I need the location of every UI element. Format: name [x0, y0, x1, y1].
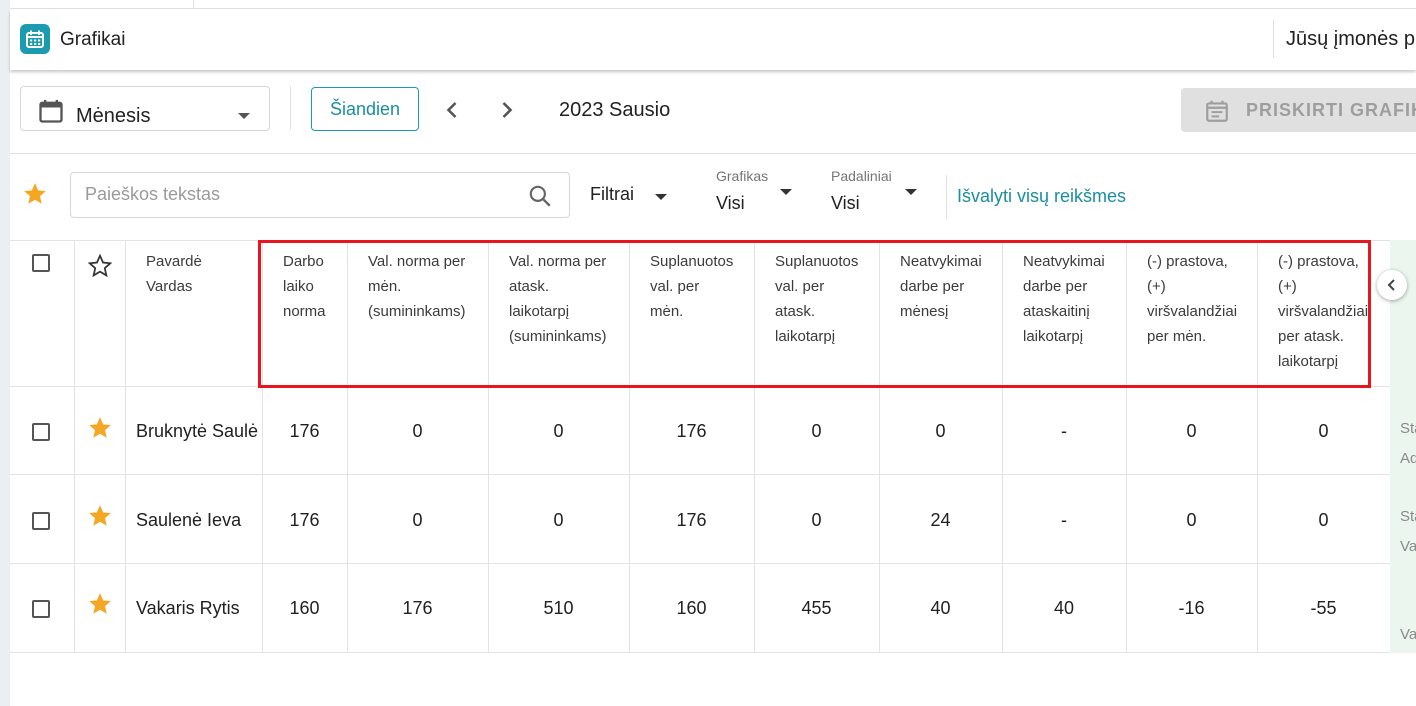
cell-planned-month: 160 [676, 598, 707, 618]
cell-absences-period: - [1061, 510, 1067, 530]
collapse-columns-button[interactable] [1377, 270, 1407, 300]
cell-absences-month: 24 [930, 510, 951, 530]
column-header-absences-month[interactable]: Neatvykimai darbe per mėnesį [900, 249, 982, 324]
cell-absences-period: - [1061, 421, 1067, 441]
status-text: Va [1400, 538, 1416, 555]
cell-planned-month: 176 [676, 421, 707, 441]
status-column [1390, 240, 1416, 653]
search-field[interactable] [70, 172, 570, 218]
schedule-filter-value[interactable]: Visi [716, 193, 745, 214]
today-button[interactable]: Šiandien [311, 87, 419, 131]
top-tab-strip [10, 0, 1416, 9]
cell-norm-month: 176 [402, 598, 433, 618]
chevron-down-icon [238, 113, 250, 119]
name-column-header[interactable]: Pavardė Vardas [146, 249, 202, 299]
search-input[interactable] [85, 184, 505, 205]
cell-overtime-period: 0 [1318, 510, 1329, 530]
cell-overtime-month: 0 [1186, 510, 1197, 530]
cell-overtime-period: -55 [1310, 598, 1337, 618]
cell-planned-period: 455 [801, 598, 832, 618]
cell-planned-month: 176 [676, 510, 707, 530]
calendar-schedule-icon [1206, 100, 1228, 122]
current-period: 2023 Sausio [559, 99, 671, 121]
assign-schedule-label: PRISKIRTI GRAFIKĄ [1246, 100, 1416, 120]
status-text: Ad [1400, 450, 1416, 467]
view-mode-value: Mėnesis [76, 105, 151, 127]
left-edge [0, 0, 10, 706]
row-checkbox[interactable] [32, 423, 50, 441]
star-icon[interactable] [87, 415, 113, 441]
search-icon[interactable] [527, 183, 553, 209]
cell-norm-period: 510 [543, 598, 574, 618]
cell-overtime-month: 0 [1186, 421, 1197, 441]
row-checkbox[interactable] [32, 600, 50, 618]
star-outline-icon[interactable] [87, 253, 113, 279]
chevron-left-icon[interactable] [438, 96, 466, 124]
cell-norm-month: 0 [412, 510, 423, 530]
view-mode-select[interactable]: Mėnesis [20, 86, 270, 131]
cell-norm-month: 0 [412, 421, 423, 441]
cell-absences-month: 0 [935, 421, 946, 441]
chevron-down-icon[interactable] [905, 189, 917, 195]
toolbar-divider [290, 86, 291, 130]
employee-name[interactable]: Saulenė Ieva [136, 510, 241, 531]
column-header-absences-period[interactable]: Neatvykimai darbe per ataskaitinį laikotarp… [1023, 249, 1105, 349]
chevron-down-icon[interactable] [655, 194, 667, 200]
employee-name[interactable]: Bruknytė Saulė [136, 421, 258, 442]
calendar-icon [39, 99, 63, 123]
cell-work-norm: 160 [289, 598, 320, 618]
status-text: Va [1400, 626, 1416, 643]
cell-overtime-period: 0 [1318, 421, 1329, 441]
units-filter-label: Padaliniai [831, 168, 892, 184]
chevron-down-icon[interactable] [780, 189, 792, 195]
favorites-star-icon[interactable] [22, 181, 48, 207]
company-selector[interactable]: Jūsų įmonės p [1286, 28, 1415, 51]
chevron-left-icon [1387, 279, 1395, 291]
column-header-norm-period[interactable]: Val. norma per atask. laikotarpį (sumininka… [509, 249, 607, 349]
column-header-overtime-month[interactable]: (-) prastova, (+) viršvalandžiai per mėn. [1147, 249, 1237, 349]
app-header: Grafikai Jūsų įmonės p [10, 10, 1416, 70]
row-checkbox[interactable] [32, 512, 50, 530]
filter-divider [946, 175, 947, 219]
calendar-toolbar: Mėnesis Šiandien 2023 Sausio PRISKIRTI G… [10, 70, 1416, 154]
filter-bar: Filtrai Grafikas Visi Padaliniai Visi Iš… [10, 155, 1416, 239]
assign-schedule-button[interactable]: PRISKIRTI GRAFIKĄ [1181, 88, 1416, 132]
star-icon[interactable] [87, 503, 113, 529]
column-header-work-norm[interactable]: Darbo laiko norma [283, 249, 326, 324]
star-icon[interactable] [87, 591, 113, 617]
schedule-filter-label: Grafikas [716, 168, 769, 184]
status-text: Sta [1400, 508, 1416, 525]
cell-norm-period: 0 [553, 421, 564, 441]
column-header-planned-month[interactable]: Suplanuotos val. per mėn. [650, 249, 733, 324]
cell-absences-period: 40 [1053, 598, 1075, 618]
cell-absences-month: 40 [930, 598, 951, 618]
column-header-norm-month[interactable]: Val. norma per mėn. (sumininkams) [368, 249, 466, 324]
column-header-planned-period[interactable]: Suplanuotos val. per atask. laikotarpį [775, 249, 858, 349]
status-text: Sta [1400, 420, 1416, 437]
header-divider [1273, 20, 1274, 58]
column-header-overtime-period[interactable]: (-) prastova, (+) viršvalandžiai per atask.… [1278, 249, 1370, 374]
cell-planned-period: 0 [811, 510, 822, 530]
select-all-checkbox[interactable] [32, 254, 50, 272]
cell-overtime-month: -16 [1178, 598, 1205, 618]
page-title: Grafikai [60, 29, 126, 50]
employee-table: Pavardė Vardas Darbo laiko norma Val. norma… [10, 240, 1416, 706]
chevron-right-icon[interactable] [493, 96, 521, 124]
clear-all-filters-link[interactable]: Išvalyti visų reikšmes [957, 186, 1126, 207]
filters-button[interactable]: Filtrai [590, 184, 634, 205]
calendar-app-icon [20, 24, 50, 54]
cell-planned-period: 0 [811, 421, 822, 441]
units-filter-value[interactable]: Visi [831, 193, 860, 214]
employee-name[interactable]: Vakaris Rytis [136, 598, 240, 619]
cell-work-norm: 176 [289, 510, 320, 530]
cell-work-norm: 176 [289, 421, 320, 441]
cell-norm-period: 0 [553, 510, 564, 530]
